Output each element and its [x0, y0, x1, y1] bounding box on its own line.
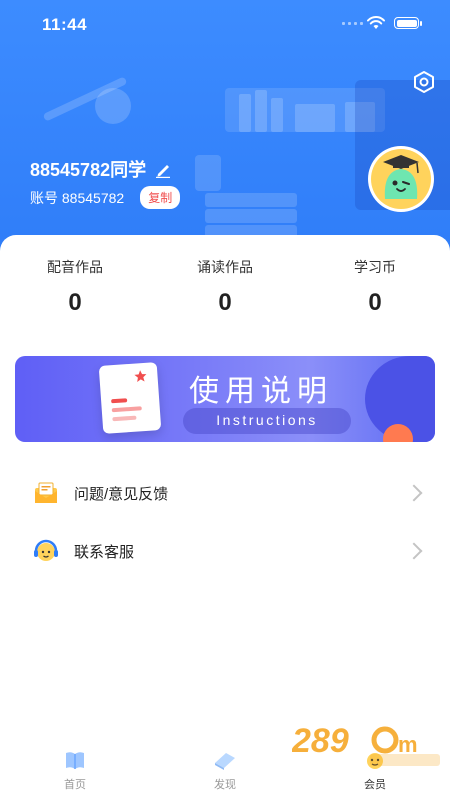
account-number: 账号 88545782 [30, 189, 125, 206]
banner-title: 使用说明 [189, 375, 333, 408]
svg-text:289: 289 [292, 722, 349, 760]
stat-reading-works[interactable]: 诵读作品 0 [150, 257, 300, 317]
stat-study-coins[interactable]: 学习币 0 [300, 257, 450, 317]
avatar[interactable] [368, 146, 434, 212]
settings-icon[interactable] [412, 70, 436, 94]
edit-icon[interactable] [154, 160, 172, 178]
tab-label: 会员 [364, 779, 386, 791]
menu-label: 问题/意见反馈 [74, 485, 169, 503]
feedback-envelope-icon [35, 482, 57, 503]
stats-row: 配音作品 0 诵读作品 0 学习币 0 [0, 257, 450, 317]
discover-icon [215, 753, 235, 770]
signal-icon [342, 22, 363, 25]
battery-icon [394, 17, 422, 29]
instructions-banner[interactable]: 使用说明 Instructions [15, 356, 435, 442]
tab-label: 发现 [214, 779, 236, 791]
document-icon [98, 362, 162, 434]
student-avatar-icon [383, 155, 419, 199]
tab-label: 首页 [64, 779, 86, 791]
site-watermark-logo: 289 m [292, 722, 440, 766]
stat-label: 配音作品 [47, 259, 103, 275]
lamp-head-illustration [95, 88, 131, 124]
pen-cup-illustration [195, 155, 221, 191]
book-stack-illustration [205, 193, 297, 239]
banner-subtitle: Instructions [216, 412, 318, 428]
star-icon [134, 370, 147, 382]
wifi-icon [367, 16, 385, 29]
username: 88545782同学 [30, 160, 147, 180]
status-time: 11:44 [42, 15, 88, 34]
profile-header: 11:44 88545782同学 账号 88545782 复制 [0, 0, 450, 260]
chevron-right-icon [405, 484, 423, 502]
stat-label: 学习币 [354, 259, 396, 275]
stat-label: 诵读作品 [197, 259, 253, 275]
customer-service-icon [34, 539, 58, 561]
copy-button[interactable]: 复制 [140, 186, 181, 209]
stat-value: 0 [368, 289, 382, 316]
content-card: 配音作品 0 诵读作品 0 学习币 0 使用说明 Instructions 问题… [0, 235, 450, 755]
svg-text:m: m [398, 732, 418, 757]
tab-discover[interactable]: 发现 [150, 745, 300, 800]
menu-item-customer-service[interactable]: 联系客服 [0, 522, 450, 580]
menu-item-feedback[interactable]: 问题/意见反馈 [0, 464, 450, 522]
stat-value: 0 [218, 289, 232, 316]
book-icon [66, 752, 84, 769]
account-row: 账号 88545782 复制 [30, 186, 181, 209]
username-row: 88545782同学 [30, 156, 172, 182]
chevron-right-icon [405, 542, 423, 560]
stat-value: 0 [68, 289, 82, 316]
status-bar: 11:44 [0, 0, 450, 50]
stat-dubbing-works[interactable]: 配音作品 0 [0, 257, 150, 317]
menu-label: 联系客服 [74, 543, 135, 561]
tab-home[interactable]: 首页 [0, 745, 150, 800]
